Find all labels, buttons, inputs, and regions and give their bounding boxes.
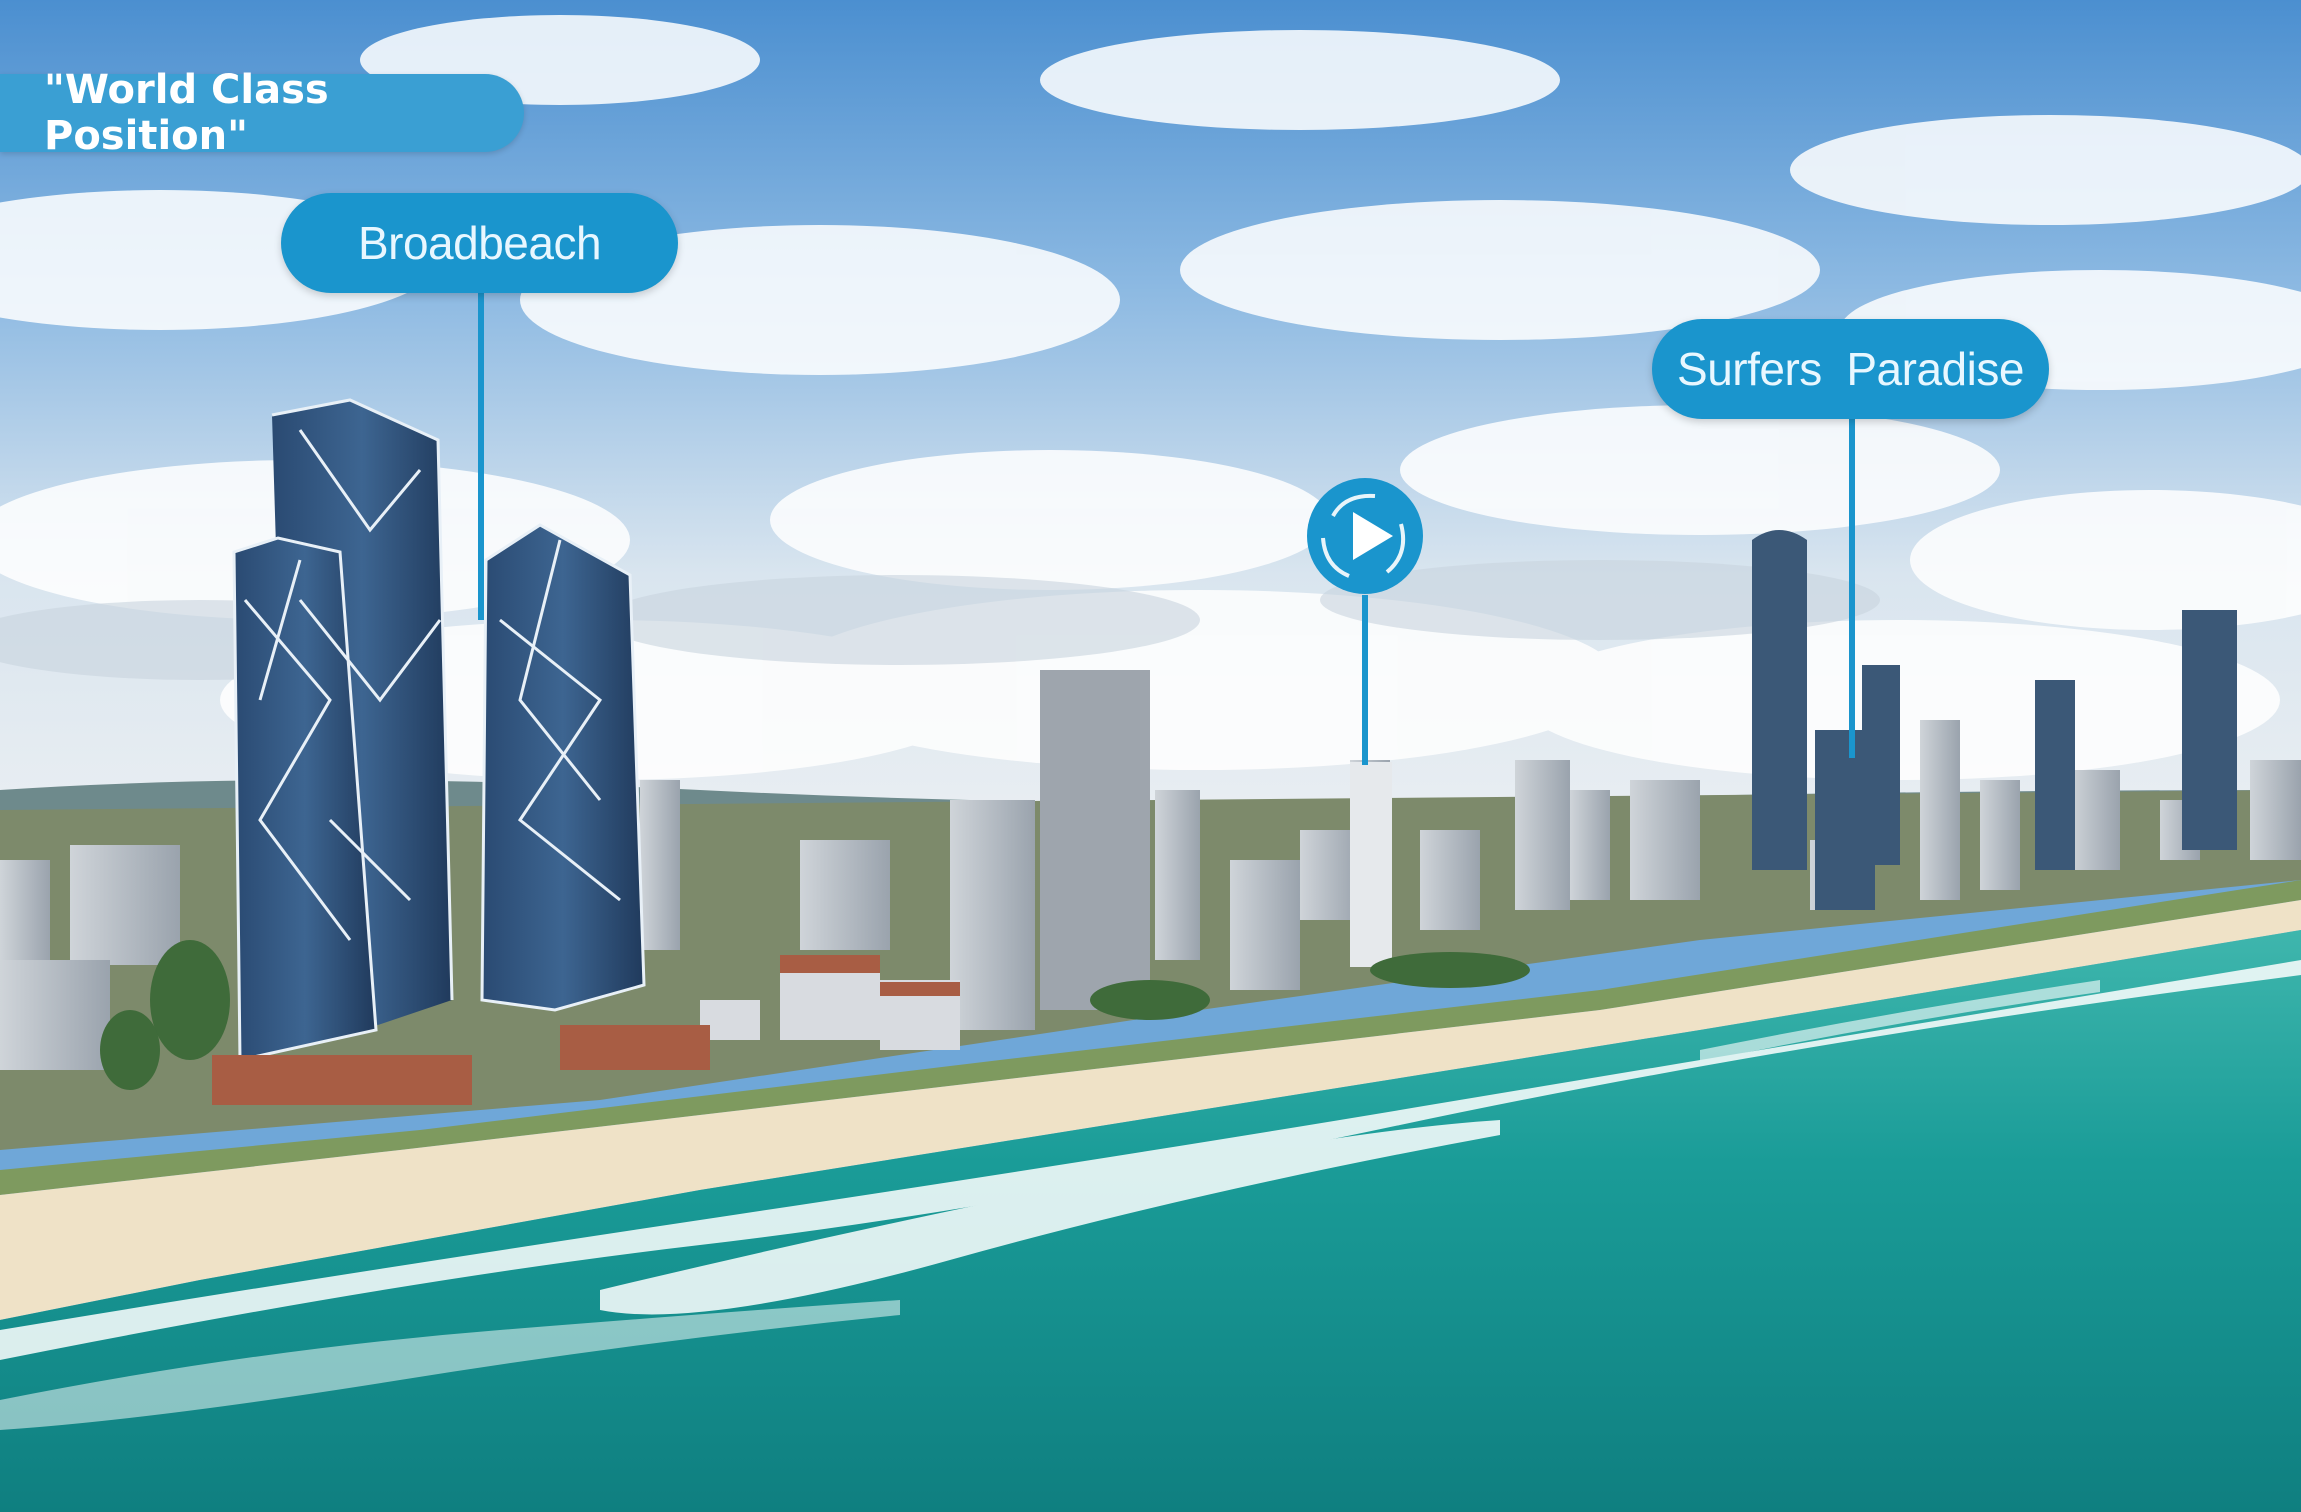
banner-title: "World Class Position" xyxy=(44,67,329,159)
world-class-position-banner: "World Class Position" xyxy=(0,67,524,159)
surfers-paradise-marker[interactable]: Surfers Paradise xyxy=(1652,319,2049,419)
broadbeach-leader-line xyxy=(478,290,484,620)
surfers-paradise-label: Surfers Paradise xyxy=(1677,343,2024,395)
broadbeach-label: Broadbeach xyxy=(357,217,602,269)
broadbeach-marker[interactable]: Broadbeach xyxy=(281,193,678,293)
video-leader-line xyxy=(1362,595,1368,765)
surfers-paradise-leader-line xyxy=(1849,418,1855,758)
play-video-button[interactable] xyxy=(1305,476,1425,596)
